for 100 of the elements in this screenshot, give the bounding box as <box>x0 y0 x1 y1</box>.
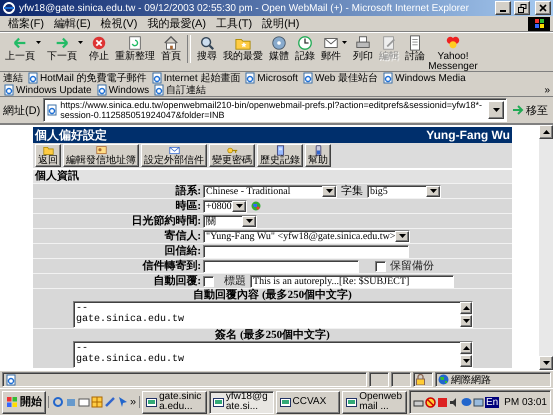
start-button[interactable]: 開始 <box>2 390 46 414</box>
field-label: 寄信人: <box>163 230 202 242</box>
checkbox[interactable] <box>203 276 214 286</box>
toolbar-button[interactable]: 搜尋 <box>194 35 220 62</box>
toolbar-button[interactable]: 歷史記錄 <box>257 144 303 167</box>
toolbar-button[interactable]: 停止 <box>86 35 112 62</box>
toolbar-button[interactable]: Yahoo! Messenger <box>428 35 478 72</box>
textarea-field[interactable]: -- gate.sinica.edu.tw <box>73 341 473 368</box>
restore-button[interactable] <box>514 1 530 15</box>
toolbar-button[interactable]: 我的最愛 <box>220 35 266 62</box>
checkbox[interactable] <box>375 260 386 272</box>
menu-item[interactable]: 編輯(E) <box>49 16 96 31</box>
select-field[interactable]: 關 <box>203 214 257 228</box>
taskbar-button[interactable]: gate.sinica.edu... <box>142 390 207 414</box>
envelope-icon <box>323 35 339 51</box>
card-icon <box>96 145 106 156</box>
page-icon <box>5 374 17 386</box>
go-button[interactable]: 移至 <box>510 102 550 118</box>
subject-field[interactable]: This is an autoreply...[Re: $SUBJECT] <box>250 274 454 288</box>
select-field[interactable]: big5 <box>367 184 441 198</box>
toolbar-button[interactable]: 重新整理 <box>112 35 158 62</box>
taskbar-button[interactable]: yfw18@gate.si... <box>208 390 274 414</box>
toolbar-button[interactable]: 返回 <box>35 144 61 167</box>
menu-item[interactable]: 檔案(F) <box>3 16 50 31</box>
globe-icon <box>438 374 449 385</box>
page-icon <box>96 84 108 96</box>
zone-label: 網際網路 <box>451 374 491 386</box>
text-field[interactable] <box>203 244 409 258</box>
windows-logo-icon <box>6 396 18 408</box>
page-icon <box>153 84 166 96</box>
caret-icon <box>78 41 83 44</box>
toolbar-button[interactable]: 郵件 <box>318 35 350 62</box>
textarea-heading: 自動回覆內容 (最多250個中文字) <box>33 288 512 301</box>
select-field[interactable]: Chinese - Traditional <box>203 184 337 198</box>
taskbar-button[interactable]: Openwebmail ... <box>342 390 407 414</box>
pencil-page-icon <box>381 35 397 51</box>
address-field[interactable]: https://www.sinica.edu.tw/openwebmail210-bin/openwebmail-prefs.pl?action=editprefs&sessionid=yfw18*-session-0.112585051924047&folder=INB <box>43 98 507 122</box>
link[interactable]: Internet 起始畫面 <box>150 72 240 84</box>
down-arrow-icon <box>398 234 406 238</box>
link[interactable]: Windows Update <box>3 84 92 96</box>
field-label: 信件轉寄到: <box>141 260 202 272</box>
toolbar-button[interactable]: 編輯發信地址簿 <box>63 144 139 167</box>
minimize-button[interactable] <box>495 1 511 15</box>
restore-icon <box>518 4 526 12</box>
up-arrow-icon <box>462 346 470 350</box>
more-links-button[interactable]: » <box>544 84 550 96</box>
text-field[interactable] <box>203 260 359 272</box>
windows-logo-icon <box>528 16 550 30</box>
menu-item[interactable]: 檢視(V) <box>96 16 142 31</box>
grid-icon <box>91 396 103 408</box>
toolbar-button[interactable]: 下一頁 <box>44 35 86 62</box>
link[interactable]: Windows <box>96 84 150 96</box>
address-label: 網址(D) <box>3 104 40 118</box>
menu-item[interactable]: 我的最愛(A) <box>142 16 212 31</box>
toolbar-button[interactable]: 幫助 <box>305 144 331 167</box>
language-indicator[interactable]: En <box>484 396 500 408</box>
scrollbar[interactable] <box>539 125 553 370</box>
toolbar-button[interactable]: 媒體 <box>266 35 292 62</box>
disc-icon <box>271 35 287 51</box>
network-icon <box>472 396 484 408</box>
link[interactable]: Microsoft <box>244 72 298 84</box>
toolbar-button[interactable]: 記錄 <box>292 35 318 62</box>
menu-item[interactable]: 工具(T) <box>211 16 258 31</box>
globe-icon <box>251 201 261 211</box>
textarea-heading: 簽名 (最多250個中文字) <box>33 328 512 341</box>
field-label: 自動回覆: <box>152 274 202 288</box>
search-icon <box>199 35 215 51</box>
link[interactable]: 自訂連結 <box>153 84 206 96</box>
down-arrow-icon <box>542 361 550 365</box>
section-title: 個人資訊 <box>33 170 512 183</box>
toolbar-button[interactable]: 設定外部信件 <box>141 144 207 167</box>
toolbar-button[interactable]: 討論 <box>402 35 428 62</box>
book-icon <box>274 145 286 156</box>
close-icon <box>539 4 547 12</box>
field-label: 語系: <box>174 184 202 198</box>
close-button[interactable] <box>535 1 551 15</box>
lock-icon <box>416 374 425 385</box>
toolbar-button[interactable]: 上一頁 <box>2 35 44 62</box>
no-sign-icon <box>424 396 436 408</box>
taskbar-button[interactable]: CCVAX <box>276 390 340 414</box>
clock: PM 03:01 <box>504 396 547 408</box>
caret-icon <box>492 108 500 112</box>
pen-icon <box>104 396 116 408</box>
page-icon <box>3 84 15 96</box>
caret-icon <box>36 41 41 44</box>
select-field[interactable]: +0800 <box>203 200 247 212</box>
textarea-field[interactable]: -- gate.sinica.edu.tw <box>73 301 473 328</box>
link[interactable]: HotMail 的免費電子郵件 <box>27 72 147 84</box>
field-label: 回信給: <box>163 244 202 258</box>
toolbar-button[interactable]: 首頁 <box>158 35 184 62</box>
toolbar-button[interactable]: 變更密碼 <box>209 144 255 167</box>
link[interactable]: Web 最佳站台 <box>302 72 378 84</box>
subject-label: 標題 <box>224 274 246 288</box>
down-arrow-icon <box>326 189 332 193</box>
select-field[interactable]: "Yung-Fang Wu" <yfw18@gate.sinica.edu.tw> <box>203 230 410 242</box>
menu-item[interactable]: 說明(H) <box>257 16 304 31</box>
toolbar-button[interactable]: 列印 <box>350 35 376 62</box>
link[interactable]: Windows Media <box>382 72 466 84</box>
more-button[interactable]: » <box>130 396 136 408</box>
box-icon <box>65 396 77 408</box>
